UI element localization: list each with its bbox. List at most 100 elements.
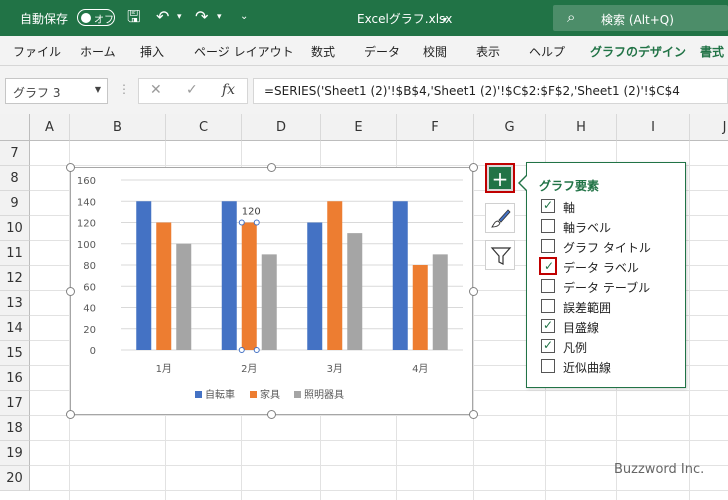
row-header-18[interactable]: 18 [0, 416, 30, 441]
legend-swatch [250, 391, 257, 398]
tab-home[interactable]: ホーム [80, 43, 116, 60]
column-header-g[interactable]: G [474, 114, 546, 141]
row-header-20[interactable]: 20 [0, 466, 30, 491]
search-box[interactable]: ⌕ 検索 (Alt+Q) [553, 5, 728, 31]
formula-input[interactable]: =SERIES('Sheet1 (2)'!$B$4,'Sheet1 (2)'!$… [253, 78, 728, 104]
checkbox[interactable]: ✓ [541, 338, 555, 353]
cancel-icon[interactable]: ✕ [150, 82, 162, 98]
customize-toolbar-icon[interactable]: ⌄ [240, 8, 248, 26]
chart-plot[interactable]: 0 20 40 60 80 100 120 140 160 1月 2月 3月 4月 120 自転車 家具 照明器… [71, 168, 472, 414]
column-header-j[interactable]: J [690, 114, 728, 141]
watermark: Buzzword Inc. [614, 462, 705, 477]
checkbox[interactable]: ✓ [539, 257, 557, 275]
chart-element-option[interactable]: 近似曲線 [541, 358, 681, 376]
redo-icon[interactable]: ↷ [195, 8, 208, 26]
column-header-a[interactable]: A [30, 114, 70, 141]
resize-handle-top-right[interactable] [469, 163, 478, 172]
data-label: 120 [242, 207, 261, 218]
chart-elements-panel: グラフ要素 ✓ 軸軸ラベル グラフ タイトル ✓ データ ラベル データ テーブル 誤差範囲… [526, 162, 686, 388]
chart-element-label: 軸ラベル [563, 221, 612, 235]
row-header-8[interactable]: 8 [0, 166, 30, 191]
row-header-14[interactable]: 14 [0, 316, 30, 341]
y-tick-label: 140 [77, 197, 96, 208]
checkbox[interactable] [541, 239, 555, 253]
checkbox[interactable] [541, 219, 555, 233]
resize-handle-left[interactable] [66, 287, 75, 296]
column-header-f[interactable]: F [397, 114, 474, 141]
resize-handle-right[interactable] [469, 287, 478, 296]
chart-element-option[interactable]: ✓ 軸 [541, 198, 681, 216]
grip-icon: ⋮ [118, 82, 130, 96]
chart-element-option[interactable]: ✓ 目盛線 [541, 318, 681, 336]
y-tick-label: 120 [77, 219, 96, 230]
row-header-11[interactable]: 11 [0, 241, 30, 266]
y-tick-label: 20 [83, 325, 96, 336]
chart-element-option[interactable]: 誤差範囲 [541, 298, 681, 316]
chart-element-option[interactable]: データ テーブル [541, 278, 681, 296]
chart-styles-button[interactable] [485, 203, 515, 233]
name-box-dropdown-icon[interactable]: ▼ [95, 85, 101, 94]
row-header-7[interactable]: 7 [0, 141, 30, 166]
chart-filters-button[interactable] [485, 240, 515, 270]
file-name-dropdown-icon[interactable]: ▾ [443, 11, 447, 29]
resize-handle-bottom-left[interactable] [66, 410, 75, 419]
column-header-d[interactable]: D [242, 114, 321, 141]
enter-icon[interactable]: ✓ [186, 82, 198, 98]
tab-file[interactable]: ファイル [13, 43, 61, 60]
select-all-corner[interactable] [0, 114, 30, 141]
name-box[interactable]: グラフ 3 ▼ [5, 78, 108, 104]
tab-review[interactable]: 校閲 [423, 43, 447, 60]
row-header-15[interactable]: 15 [0, 341, 30, 366]
y-tick-label: 80 [83, 261, 96, 272]
chart-element-label: 誤差範囲 [563, 301, 612, 315]
chart-element-option[interactable]: グラフ タイトル [541, 238, 681, 256]
row-header-10[interactable]: 10 [0, 216, 30, 241]
redo-dropdown-icon[interactable]: ▾ [217, 8, 222, 26]
chart-element-option[interactable]: ✓ データ ラベル [539, 257, 681, 276]
formula-buttons: ✕ ✓ fx [138, 78, 248, 104]
x-tick-label: 4月 [412, 363, 428, 375]
tab-page-layout[interactable]: ページ レイアウト [194, 43, 294, 60]
column-header-b[interactable]: B [70, 114, 166, 141]
resize-handle-bottom-right[interactable] [469, 410, 478, 419]
tab-view[interactable]: 表示 [476, 43, 500, 60]
checkbox[interactable] [541, 359, 555, 373]
tab-help[interactable]: ヘルプ [529, 43, 565, 60]
tab-format[interactable]: 書式 [700, 43, 724, 60]
save-icon[interactable]: 🖫 [127, 8, 141, 26]
row-header-16[interactable]: 16 [0, 366, 30, 391]
tab-formulas[interactable]: 数式 [311, 43, 335, 60]
column-header-h[interactable]: H [546, 114, 617, 141]
row-header-12[interactable]: 12 [0, 266, 30, 291]
checkbox[interactable] [541, 279, 555, 293]
tab-chart-design[interactable]: グラフのデザイン [590, 43, 686, 60]
undo-icon[interactable]: ↶ [156, 8, 169, 26]
tab-insert[interactable]: 挿入 [140, 43, 164, 60]
row-header-13[interactable]: 13 [0, 291, 30, 316]
file-name[interactable]: Excelグラフ.xlsx [357, 10, 452, 27]
chart-element-option[interactable]: 軸ラベル [541, 218, 681, 236]
chart-element-option[interactable]: ✓ 凡例 [541, 338, 681, 356]
row-header-17[interactable]: 17 [0, 391, 30, 416]
resize-handle-top[interactable] [267, 163, 276, 172]
column-header-e[interactable]: E [321, 114, 397, 141]
chart-area[interactable]: 0 20 40 60 80 100 120 140 160 1月 2月 3月 4月 120 自転車 家具 照明器… [70, 167, 473, 415]
autosave-toggle[interactable]: オフ [77, 9, 115, 26]
column-header-i[interactable]: I [617, 114, 690, 141]
formula-bar: グラフ 3 ▼ ⋮ ✕ ✓ fx =SERIES('Sheet1 (2)'!$B… [0, 66, 728, 114]
insert-function-icon[interactable]: fx [222, 82, 235, 98]
checkbox[interactable]: ✓ [541, 198, 555, 213]
y-tick-label: 0 [90, 346, 96, 357]
resize-handle-bottom[interactable] [267, 410, 276, 419]
chart-elements-button[interactable]: + [485, 163, 515, 193]
resize-handle-top-left[interactable] [66, 163, 75, 172]
undo-dropdown-icon[interactable]: ▾ [177, 8, 182, 26]
checkbox[interactable]: ✓ [541, 318, 555, 333]
toggle-knob [81, 12, 91, 23]
row-header-19[interactable]: 19 [0, 441, 30, 466]
checkbox[interactable] [541, 299, 555, 313]
row-header-9[interactable]: 9 [0, 191, 30, 216]
tab-data[interactable]: データ [364, 43, 400, 60]
column-header-c[interactable]: C [166, 114, 242, 141]
legend-label: 照明器具 [304, 389, 344, 401]
